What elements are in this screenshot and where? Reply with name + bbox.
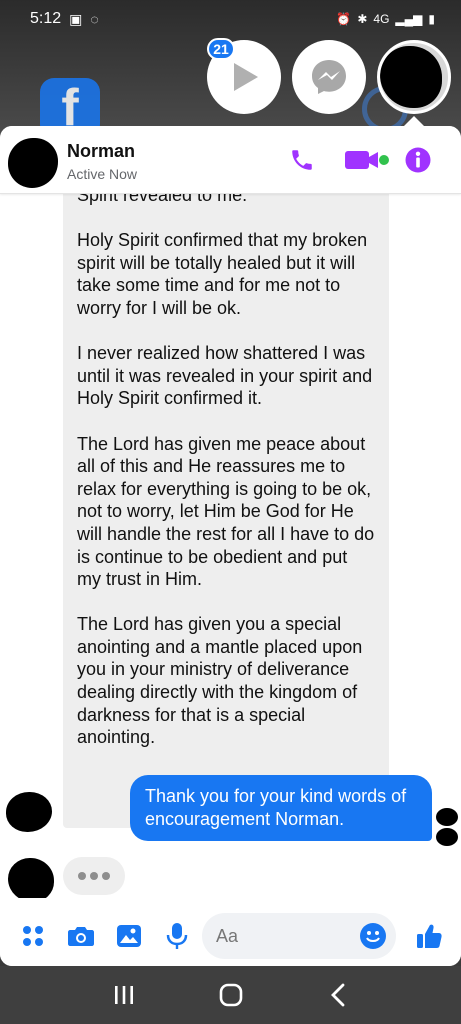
chathead-contact[interactable] bbox=[377, 40, 451, 114]
emoji-icon[interactable] bbox=[360, 923, 386, 949]
typing-indicator bbox=[63, 857, 125, 895]
contact-name[interactable]: Norman bbox=[67, 141, 135, 162]
phone-icon[interactable] bbox=[288, 146, 316, 174]
message-paragraph: The Lord has given me peace about all of… bbox=[77, 433, 375, 590]
sender-avatar bbox=[6, 792, 52, 832]
alarm-icon: ⏰ bbox=[336, 12, 352, 26]
read-receipt-avatar bbox=[436, 808, 458, 846]
gallery-icon[interactable] bbox=[114, 921, 144, 951]
info-icon[interactable] bbox=[404, 146, 432, 174]
incoming-message-bubble[interactable]: Spirit revealed to me. Holy Spirit confi… bbox=[63, 194, 389, 828]
chat-header: Norman Active Now bbox=[0, 126, 461, 194]
message-paragraph: Spirit revealed to me. bbox=[77, 194, 248, 205]
apps-icon[interactable] bbox=[18, 921, 48, 951]
status-bar: 5:12 ▣ ◌ ⏰ ✱ 4G ▂▄▆ ▮ bbox=[0, 0, 461, 38]
typing-avatar bbox=[8, 858, 54, 898]
presence-status: Active Now bbox=[67, 166, 138, 182]
contact-avatar[interactable] bbox=[8, 138, 58, 188]
message-composer bbox=[0, 908, 461, 966]
message-paragraph: I never realized how shattered I was unt… bbox=[77, 343, 373, 409]
message-thread[interactable]: Spirit revealed to me. Holy Spirit confi… bbox=[0, 194, 461, 898]
video-call-icon[interactable] bbox=[344, 146, 390, 174]
message-paragraph: The Lord has given you a special anointi… bbox=[77, 614, 363, 748]
home-icon[interactable] bbox=[211, 975, 251, 1015]
messenger-icon bbox=[312, 60, 346, 94]
chathead-pointer bbox=[404, 116, 424, 126]
system-navigation-bar bbox=[0, 966, 461, 1024]
battery-icon: ▮ bbox=[428, 12, 435, 26]
network-type: 4G bbox=[373, 12, 390, 26]
chat-window: Norman Active Now Spirit revealed to me.… bbox=[0, 126, 461, 966]
unread-badge: 21 bbox=[207, 38, 235, 60]
microphone-icon[interactable] bbox=[162, 921, 192, 951]
recent-apps-icon[interactable] bbox=[104, 975, 144, 1015]
outgoing-message-bubble[interactable]: Thank you for your kind words of encoura… bbox=[130, 775, 432, 841]
message-paragraph: Holy Spirit confirmed that my broken spi… bbox=[77, 230, 368, 318]
chathead-messenger[interactable] bbox=[292, 40, 366, 114]
signal-icon: ▂▄▆ bbox=[395, 12, 423, 26]
play-icon bbox=[234, 63, 258, 91]
avatar bbox=[380, 46, 442, 108]
messenger-notification-icon: ◌ bbox=[90, 11, 99, 27]
thumbs-up-icon[interactable] bbox=[414, 921, 444, 951]
gallery-notification-icon: ▣ bbox=[69, 10, 83, 27]
back-icon[interactable] bbox=[318, 975, 358, 1015]
bluetooth-icon: ✱ bbox=[357, 12, 368, 26]
status-time: 5:12 bbox=[30, 10, 62, 27]
camera-icon[interactable] bbox=[66, 921, 96, 951]
